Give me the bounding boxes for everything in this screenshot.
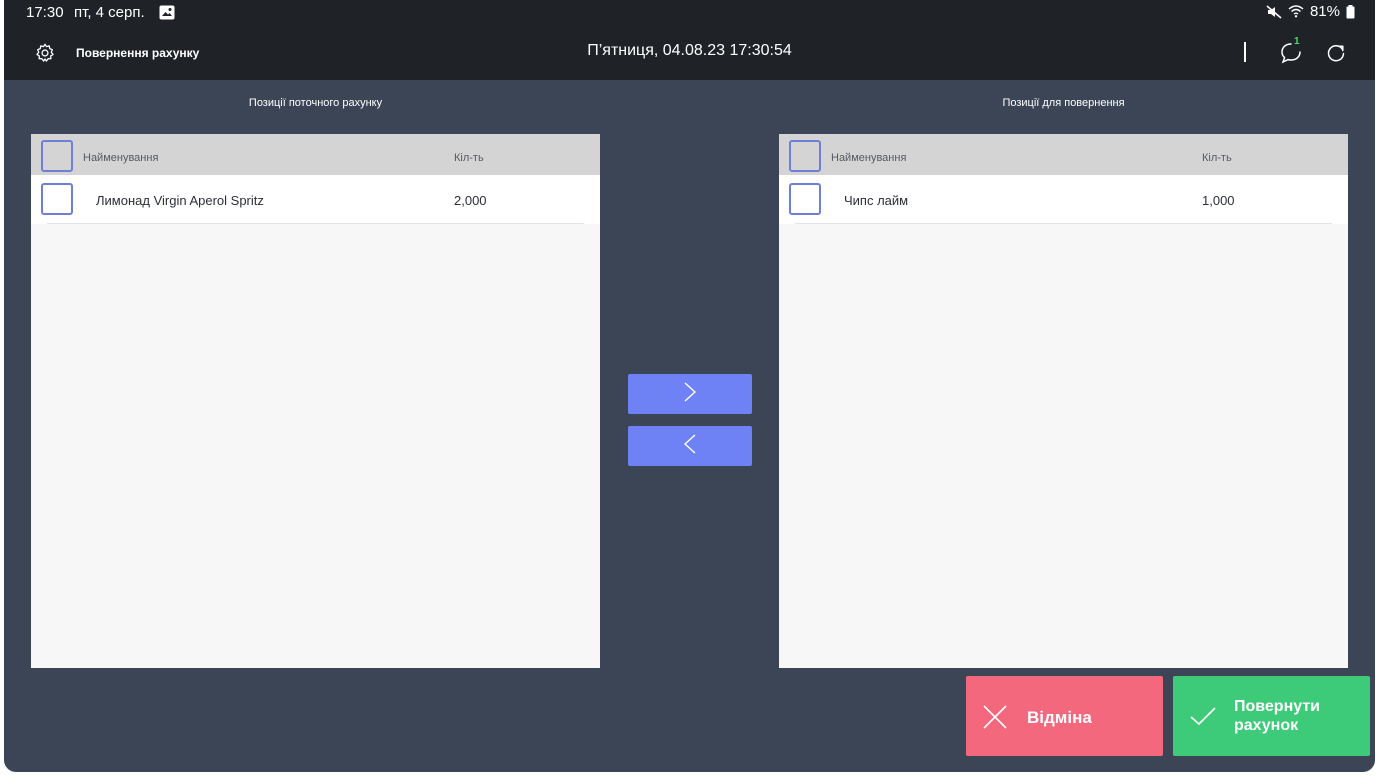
item-name: Чипс лайм <box>844 193 909 208</box>
row-divider <box>47 223 584 224</box>
right-panel-title: Позиції для повернення <box>1002 97 1125 109</box>
move-right-button[interactable] <box>628 374 752 414</box>
row-checkbox[interactable] <box>789 183 821 215</box>
table-row[interactable]: Чипс лайм 1,000 <box>779 175 1348 224</box>
app-frame: 17:30 пт, 4 серп. 81% Повернення рахунку… <box>4 0 1375 772</box>
row-checkbox[interactable] <box>41 183 73 215</box>
column-qty: Кіл-ть <box>1202 152 1232 164</box>
chevron-left-icon <box>683 433 697 460</box>
mute-icon <box>1266 4 1282 19</box>
select-all-checkbox[interactable] <box>41 140 73 172</box>
left-panel-title: Позиції поточного рахунку <box>248 97 383 109</box>
return-items-panel: Найменування Кіл-ть Чипс лайм 1,000 <box>779 134 1348 668</box>
cancel-label: Відміна <box>1027 708 1092 727</box>
status-right: 81% <box>1266 3 1355 20</box>
status-bar: 17:30 пт, 4 серп. 81% <box>4 0 1375 26</box>
current-bill-panel: Найменування Кіл-ть Лимонад Virgin Apero… <box>31 134 600 668</box>
confirm-label: Повернути рахунок <box>1234 698 1320 734</box>
chat-badge: 1 <box>1294 36 1300 47</box>
row-divider <box>795 223 1332 224</box>
header-datetime: П’ятниця, 04.08.23 17:30:54 <box>587 42 792 59</box>
gallery-icon <box>159 5 175 20</box>
chevron-right-icon <box>683 381 697 408</box>
check-icon <box>1189 704 1217 733</box>
status-date: пт, 4 серп. <box>74 4 145 21</box>
status-time: 17:30 <box>26 4 64 21</box>
column-name: Найменування <box>83 152 159 164</box>
move-left-button[interactable] <box>628 426 752 466</box>
chat-icon[interactable]: 1 <box>1278 36 1304 66</box>
header-divider <box>1244 42 1246 62</box>
return-bill-button[interactable]: Повернути рахунок <box>1173 676 1370 756</box>
battery-percent: 81% <box>1309 3 1340 20</box>
item-name: Лимонад Virgin Aperol Spritz <box>96 193 264 208</box>
table-header: Найменування Кіл-ть <box>31 134 600 175</box>
cancel-button[interactable]: Відміна <box>966 676 1163 756</box>
table-header: Найменування Кіл-ть <box>779 134 1348 175</box>
select-all-checkbox[interactable] <box>789 140 821 172</box>
table-row[interactable]: Лимонад Virgin Aperol Spritz 2,000 <box>31 175 600 224</box>
refresh-icon[interactable] <box>1324 41 1348 65</box>
column-name: Найменування <box>831 152 907 164</box>
app-header: Повернення рахунку П’ятниця, 04.08.23 17… <box>4 26 1375 80</box>
close-icon <box>982 704 1008 735</box>
wifi-icon <box>1288 5 1304 18</box>
item-qty: 1,000 <box>1202 193 1235 208</box>
item-qty: 2,000 <box>454 193 487 208</box>
battery-icon <box>1346 4 1355 19</box>
column-qty: Кіл-ть <box>454 152 484 164</box>
